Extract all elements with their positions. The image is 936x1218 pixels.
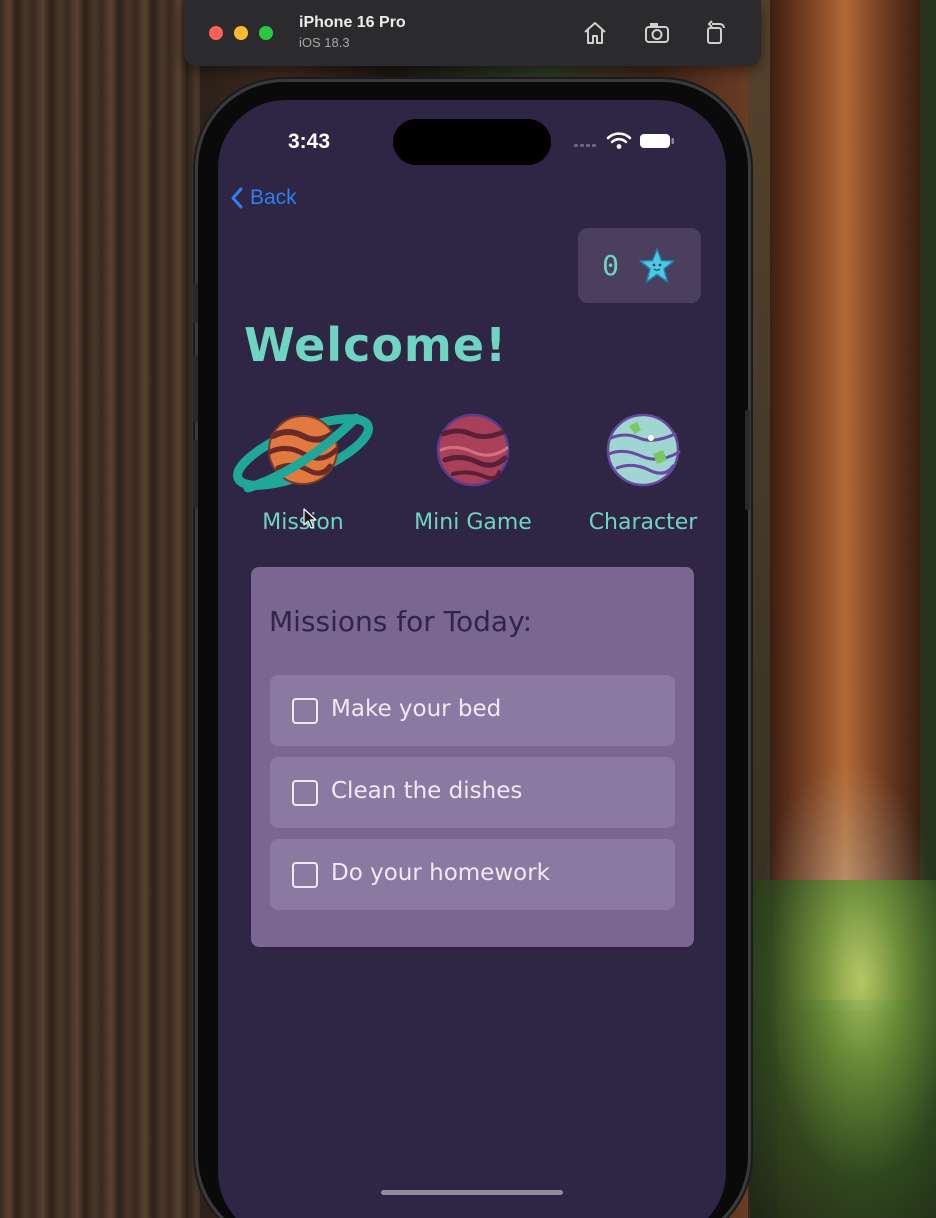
task-checkbox[interactable] — [292, 780, 318, 806]
earth-planet-icon — [606, 413, 681, 487]
cellular-signal-icon — [574, 144, 596, 147]
mini-game-menu-item[interactable]: Mini Game — [393, 400, 553, 550]
task-label: Do your homework — [331, 860, 550, 886]
home-icon[interactable] — [580, 18, 610, 48]
task-row[interactable]: Clean the dishes — [270, 757, 675, 828]
task-row[interactable]: Do your homework — [270, 839, 675, 910]
background-tree-trunk — [0, 0, 200, 1218]
welcome-heading: Welcome! — [244, 318, 508, 372]
back-label: Back — [250, 186, 297, 209]
minimize-window-button[interactable] — [234, 26, 248, 40]
task-label: Make your bed — [331, 696, 502, 722]
action-button — [193, 283, 198, 323]
home-indicator[interactable] — [381, 1190, 563, 1195]
starfish-icon — [639, 247, 675, 283]
star-score-box: 0 — [578, 228, 701, 303]
task-row[interactable]: Make your bed — [270, 675, 675, 746]
status-icons — [574, 132, 674, 149]
star-count: 0 — [602, 249, 619, 282]
red-planet-icon — [436, 413, 510, 487]
app-screen: 3:43 Back 0 Welcome! Mission Mini Game C… — [218, 100, 726, 1218]
task-checkbox[interactable] — [292, 862, 318, 888]
screenshot-icon[interactable] — [642, 18, 672, 48]
character-label: Character — [588, 510, 698, 535]
rotate-icon[interactable] — [700, 18, 730, 48]
close-window-button[interactable] — [209, 26, 223, 40]
os-version: iOS 18.3 — [299, 35, 350, 50]
back-button[interactable]: Back — [230, 186, 297, 210]
battery-icon — [640, 134, 674, 148]
missions-title: Missions for Today: — [269, 605, 533, 638]
missions-card: Missions for Today: Make your bed Clean … — [251, 567, 694, 947]
status-time: 3:43 — [288, 130, 331, 153]
chevron-left-icon — [231, 187, 243, 209]
mini-game-label: Mini Game — [414, 510, 532, 535]
volume-down-button — [193, 440, 198, 508]
zoom-window-button[interactable] — [259, 26, 273, 40]
device-name: iPhone 16 Pro — [299, 14, 406, 31]
simulator-title-bar: iPhone 16 Pro iOS 18.3 — [184, 0, 761, 66]
character-menu-item[interactable]: Character — [563, 400, 723, 550]
mouse-cursor-icon — [303, 508, 317, 529]
power-button — [745, 410, 750, 510]
task-checkbox[interactable] — [292, 698, 318, 724]
background-foliage — [750, 880, 936, 1218]
saturn-planet-icon — [233, 413, 373, 493]
wifi-icon — [606, 132, 632, 149]
dynamic-island — [393, 119, 551, 165]
volume-up-button — [193, 355, 198, 423]
task-label: Clean the dishes — [331, 778, 523, 804]
